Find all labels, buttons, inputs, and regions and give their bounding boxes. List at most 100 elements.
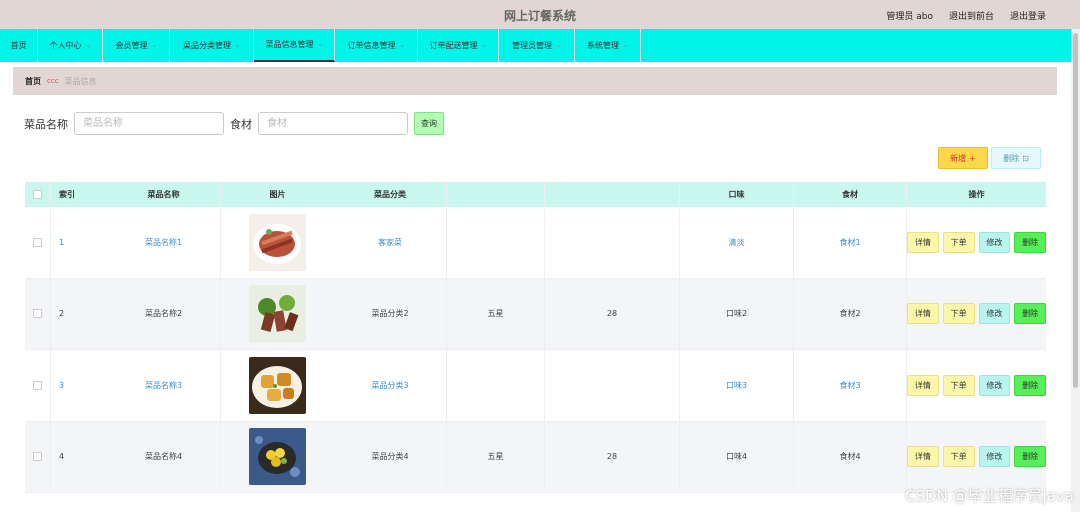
row-category: 菜品分类2	[334, 278, 447, 349]
col-taste: 口味	[680, 182, 794, 207]
row-checkbox[interactable]	[33, 237, 42, 247]
col-star	[447, 182, 545, 207]
chevron-down-icon: ⌄	[317, 41, 323, 48]
trash-icon: ⊡	[1022, 153, 1029, 163]
row-ingredient: 食材4	[794, 421, 907, 492]
col-operation: 操作	[968, 190, 985, 199]
dish-name-input[interactable]	[74, 112, 224, 135]
plus-icon: +	[969, 153, 976, 163]
dish-image	[249, 213, 306, 271]
table-row: 2 菜品名称2 菜品分类2 五星 28 口味2 食材2 详情 下单 修改 删除	[25, 278, 1046, 350]
detail-button[interactable]: 详情	[907, 374, 939, 396]
order-button[interactable]: 下单	[942, 231, 975, 253]
current-user: 管理员 abo	[886, 12, 933, 22]
nav-item-admin-management[interactable]: 管理员管理 ⌄	[499, 29, 575, 62]
dish-image	[249, 356, 306, 414]
breadcrumb-home[interactable]: 首页	[25, 76, 41, 87]
dish-table: 索引 菜品名称 图片 菜品分类 口味 食材 操作 1 菜品名称1 客家菜 清淡 …	[25, 182, 1046, 493]
ingredient-label: 食材	[230, 117, 252, 131]
chevron-down-icon: ⌄	[481, 42, 487, 49]
row-checkbox[interactable]	[33, 380, 42, 390]
dish-name-label: 菜品名称	[24, 117, 68, 131]
row-index: 4	[59, 452, 65, 462]
detail-button[interactable]: 详情	[907, 446, 939, 468]
edit-button[interactable]: 修改	[978, 446, 1011, 468]
row-index: 2	[59, 309, 65, 319]
search-form: 菜品名称 食材 查询	[24, 112, 444, 135]
user-area: 管理员 abo 退出到前台 退出登录	[886, 9, 1046, 22]
order-button[interactable]: 下单	[942, 303, 975, 325]
edit-button[interactable]: 修改	[978, 231, 1011, 253]
delete-button[interactable]: 删除	[1014, 374, 1046, 396]
col-ingredient: 食材	[794, 182, 907, 207]
chevron-down-icon: ⌄	[399, 42, 405, 49]
top-header: 网上订餐系统 管理员 abo 退出到前台 退出登录	[0, 0, 1080, 29]
row-taste: 清淡	[680, 207, 794, 278]
scrollbar-thumb[interactable]	[1073, 33, 1078, 388]
add-button[interactable]: 新增 +	[938, 147, 988, 169]
col-image: 图片	[269, 190, 286, 199]
row-category: 菜品分类4	[334, 421, 447, 492]
edit-button[interactable]: 修改	[978, 374, 1011, 396]
row-name: 菜品名称4	[107, 421, 221, 492]
row-star: 五星	[447, 278, 545, 349]
dish-image	[249, 428, 306, 486]
table-header: 索引 菜品名称 图片 菜品分类 口味 食材 操作	[25, 182, 1046, 207]
breadcrumb: 首页 ccc 菜品信息	[13, 67, 1057, 95]
row-category: 客家菜	[334, 207, 447, 278]
dish-image	[249, 285, 306, 343]
row-name: 菜品名称1	[107, 207, 221, 278]
nav-item-dish-category-management[interactable]: 菜品分类管理 ⌄	[170, 29, 254, 62]
nav-item-delivery-management[interactable]: 订单配送管理 ⌄	[418, 29, 499, 62]
row-star: 五星	[447, 421, 545, 492]
nav-item-home[interactable]: 首页	[0, 29, 38, 62]
watermark: CSDN @毕业程序员java	[905, 487, 1074, 505]
batch-delete-button[interactable]: 删除 ⊡	[991, 147, 1041, 169]
col-index: 索引	[59, 190, 75, 199]
row-taste: 口味2	[680, 278, 794, 349]
delete-button[interactable]: 删除	[1014, 303, 1046, 325]
row-star	[447, 207, 545, 278]
table-row: 3 菜品名称3 菜品分类3 口味3 食材3 详情 下单 修改 删除	[25, 350, 1046, 422]
select-all-checkbox[interactable]	[33, 190, 42, 199]
row-checkbox[interactable]	[33, 309, 42, 319]
logout-link[interactable]: 退出登录	[1010, 9, 1046, 22]
order-button[interactable]: 下单	[942, 446, 975, 468]
breadcrumb-current: 菜品信息	[64, 76, 97, 86]
row-price	[545, 350, 680, 421]
chevron-down-icon: ⌄	[622, 42, 629, 49]
row-ingredient: 食材2	[794, 278, 907, 349]
detail-button[interactable]: 详情	[907, 303, 939, 325]
detail-button[interactable]: 详情	[907, 231, 939, 253]
order-button[interactable]: 下单	[942, 374, 975, 396]
row-price: 28	[545, 278, 680, 349]
nav-item-system-management[interactable]: 系统管理 ⌄	[575, 29, 641, 62]
chevron-down-icon: ⌄	[85, 42, 91, 49]
col-category: 菜品分类	[334, 182, 447, 207]
col-price	[545, 182, 680, 207]
edit-button[interactable]: 修改	[978, 303, 1011, 325]
chevron-down-icon: ⌄	[151, 42, 157, 49]
row-name: 菜品名称3	[107, 350, 221, 421]
chevron-down-icon: ⌄	[555, 42, 562, 49]
row-index: 1	[59, 237, 65, 247]
row-name: 菜品名称2	[107, 278, 221, 349]
table-row: 1 菜品名称1 客家菜 清淡 食材1 详情 下单 修改 删除	[25, 207, 1046, 279]
query-button[interactable]: 查询	[414, 112, 444, 135]
row-price	[545, 207, 680, 278]
delete-button[interactable]: 删除	[1014, 446, 1046, 468]
nav-item-dish-info-management[interactable]: 菜品信息管理 ⌄	[254, 29, 335, 62]
nav-item-order-info-management[interactable]: 订单信息管理 ⌄	[335, 29, 418, 62]
row-taste: 口味4	[680, 421, 794, 492]
row-checkbox[interactable]	[33, 452, 42, 462]
ingredient-input[interactable]	[258, 112, 408, 135]
delete-button[interactable]: 删除	[1014, 231, 1046, 253]
table-actions: 新增 + 删除 ⊡	[938, 147, 1041, 169]
nav-item-personal-center[interactable]: 个人中心 ⌄	[38, 29, 103, 62]
nav-item-member-management[interactable]: 会员管理 ⌄	[103, 29, 170, 62]
exit-to-front-link[interactable]: 退出到前台	[949, 9, 994, 22]
table-row: 4 菜品名称4 菜品分类4 五星 28 口味4 食材4 详情 下单 修改 删除	[25, 421, 1046, 493]
page-scrollbar[interactable]	[1071, 29, 1080, 512]
row-ingredient: 食材1	[794, 207, 907, 278]
row-category: 菜品分类3	[334, 350, 447, 421]
